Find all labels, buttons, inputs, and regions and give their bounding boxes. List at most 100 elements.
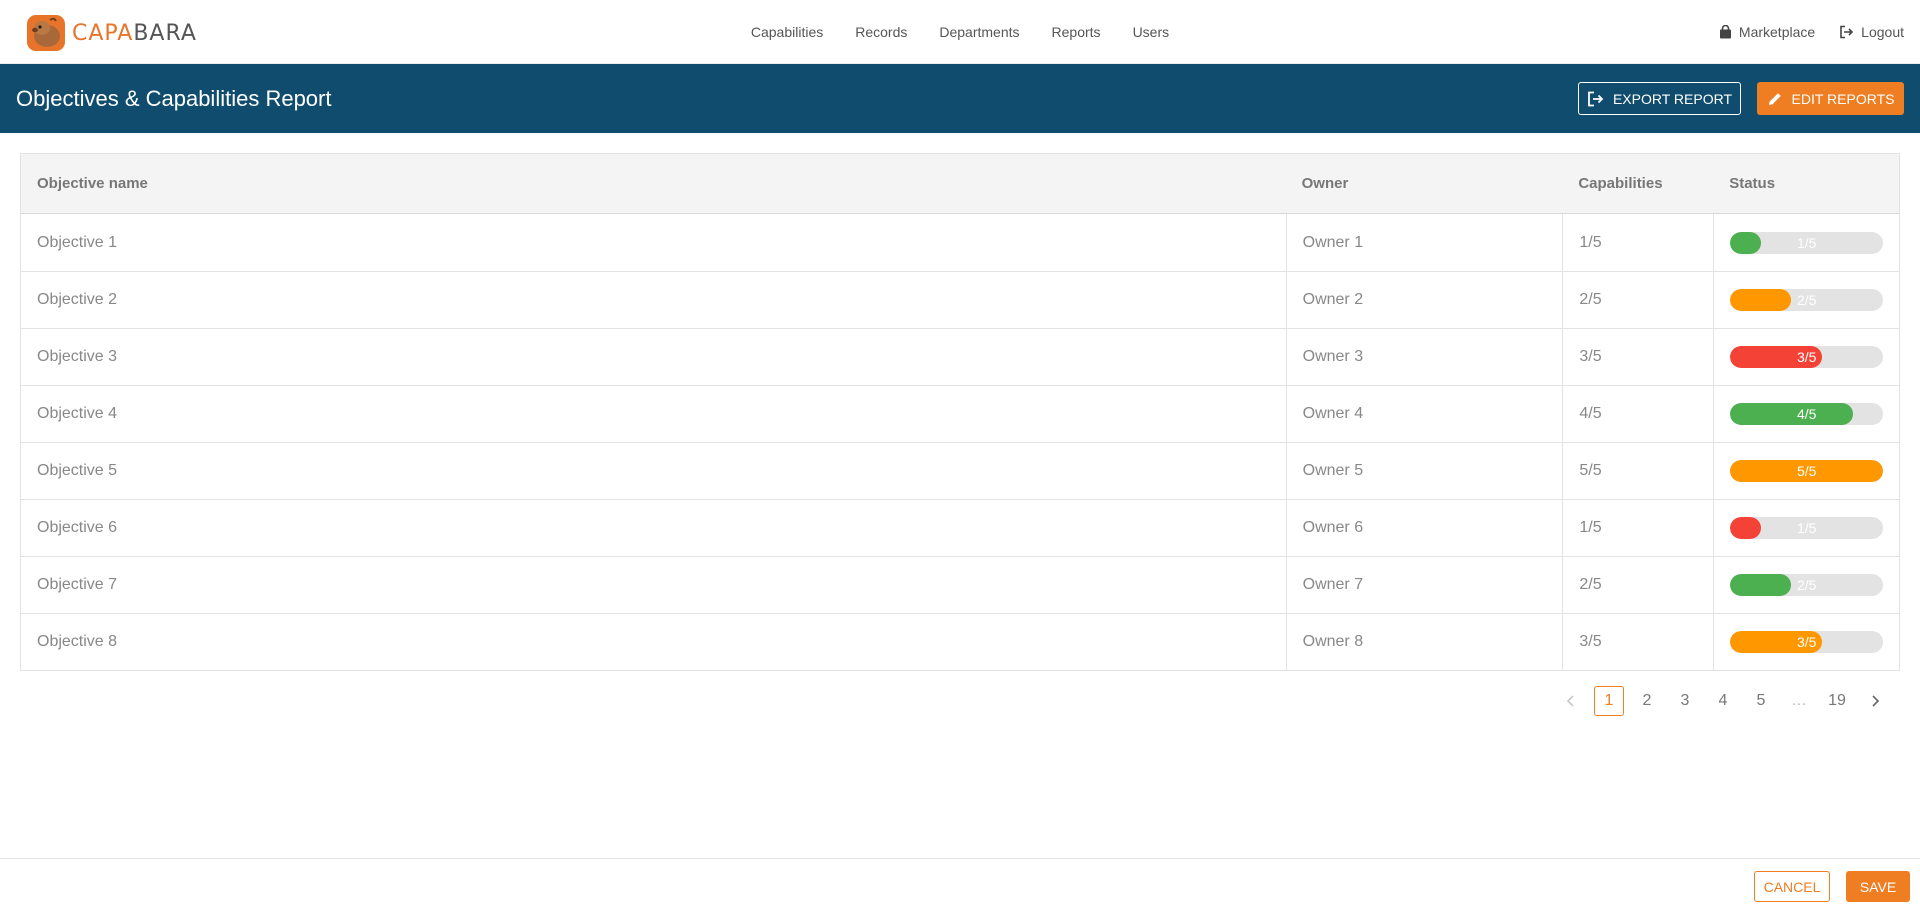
table-row[interactable]: Objective 6 Owner 6 1/5 1/5: [21, 499, 1899, 556]
objective-name-cell: Objective 2: [37, 291, 118, 308]
capabilities-cell: 3/5: [1562, 614, 1713, 670]
page-5[interactable]: 5: [1746, 686, 1776, 716]
status-progress-bar: 5/5: [1730, 460, 1884, 482]
table-row[interactable]: Objective 4 Owner 4 4/5 4/5: [21, 385, 1899, 442]
objective-name-cell: Objective 5: [37, 462, 118, 479]
edit-reports-button[interactable]: EDIT REPORTS: [1757, 82, 1904, 115]
objective-name-cell: Objective 3: [37, 348, 118, 365]
export-report-button[interactable]: EXPORT REPORT: [1578, 82, 1741, 115]
logout-icon: [1840, 25, 1854, 39]
owner-cell: Owner 5: [1285, 443, 1563, 499]
pencil-icon: [1768, 92, 1781, 105]
column-status[interactable]: Status: [1713, 175, 1899, 192]
nav-departments[interactable]: Departments: [939, 24, 1019, 40]
status-progress-label: 3/5: [1796, 634, 1817, 650]
owner-cell: Owner 1: [1285, 214, 1563, 271]
table-row[interactable]: Objective 1 Owner 1 1/5 1/5: [21, 214, 1899, 271]
status-progress-label: 2/5: [1796, 292, 1817, 308]
top-navbar: CAPABARA Capabilities Records Department…: [0, 0, 1920, 64]
table-row[interactable]: Objective 3 Owner 3 3/5 3/5: [21, 328, 1899, 385]
status-cell: 4/5: [1713, 386, 1899, 442]
objective-name-cell: Objective 7: [37, 576, 118, 593]
marketplace-link[interactable]: Marketplace: [1719, 24, 1815, 40]
status-cell: 5/5: [1713, 443, 1899, 499]
owner-cell: Owner 7: [1285, 557, 1563, 613]
capabilities-cell: 5/5: [1562, 443, 1713, 499]
next-page-button[interactable]: [1860, 686, 1890, 716]
capabilities-cell: 3/5: [1562, 329, 1713, 385]
page-header: Objectives & Capabilities Report EXPORT …: [0, 64, 1920, 133]
objectives-table: Objective name Owner Capabilities Status…: [20, 153, 1900, 671]
status-cell: 1/5: [1713, 500, 1899, 556]
status-cell: 3/5: [1713, 329, 1899, 385]
capabilities-cell: 1/5: [1562, 214, 1713, 271]
page-ellipsis: …: [1791, 692, 1807, 709]
column-capabilities[interactable]: Capabilities: [1562, 175, 1713, 192]
capybara-logo-icon: [26, 14, 66, 52]
status-progress-label: 5/5: [1796, 463, 1817, 479]
marketplace-label: Marketplace: [1738, 24, 1816, 40]
status-progress-bar: 1/5: [1730, 517, 1884, 539]
objective-name-cell: Objective 1: [37, 233, 118, 251]
objective-name-cell: Objective 4: [37, 405, 118, 422]
bag-icon: [1719, 25, 1731, 39]
page-2[interactable]: 2: [1632, 686, 1662, 716]
owner-cell: Owner 8: [1285, 614, 1563, 670]
brand-name: CAPABARA: [72, 20, 197, 46]
pagination: 1 2 3 4 5 … 19: [1556, 686, 1890, 716]
table-body: Objective 1 Owner 1 1/5 1/5 Objective 2 Owner…: [21, 214, 1899, 670]
nav-records[interactable]: Records: [855, 24, 907, 40]
status-cell: 2/5: [1713, 557, 1899, 613]
save-button[interactable]: SAVE: [1846, 871, 1910, 902]
status-cell: 3/5: [1713, 614, 1899, 670]
logout-link[interactable]: Logout: [1839, 24, 1904, 40]
owner-cell: Owner 2: [1285, 272, 1563, 328]
status-cell: 1/5: [1713, 214, 1899, 271]
page-3[interactable]: 3: [1670, 686, 1700, 716]
status-progress-label: 4/5: [1796, 406, 1817, 422]
objective-name-cell: Objective 6: [37, 519, 118, 536]
table-row[interactable]: Objective 2 Owner 2 2/5 2/5: [21, 271, 1899, 328]
capabilities-cell: 4/5: [1562, 386, 1713, 442]
nav-users[interactable]: Users: [1133, 24, 1170, 40]
owner-cell: Owner 6: [1285, 500, 1563, 556]
page-title: Objectives & Capabilities Report: [16, 86, 332, 111]
nav-capabilities[interactable]: Capabilities: [751, 24, 823, 40]
page-4[interactable]: 4: [1708, 686, 1738, 716]
capabilities-cell: 2/5: [1562, 557, 1713, 613]
brand-logo[interactable]: CAPABARA: [26, 14, 197, 52]
table-row[interactable]: Objective 8 Owner 8 3/5 3/5: [21, 613, 1899, 670]
owner-cell: Owner 4: [1285, 386, 1563, 442]
status-progress-label: 2/5: [1796, 577, 1817, 593]
status-progress-bar: 2/5: [1730, 289, 1884, 311]
page-19[interactable]: 19: [1822, 686, 1852, 716]
status-progress-bar: 3/5: [1730, 631, 1884, 653]
status-cell: 2/5: [1713, 272, 1899, 328]
capabilities-cell: 1/5: [1562, 500, 1713, 556]
prev-page-button[interactable]: [1556, 686, 1586, 716]
export-report-label: EXPORT REPORT: [1612, 90, 1733, 107]
column-owner[interactable]: Owner: [1286, 175, 1563, 192]
chevron-left-icon: [1566, 695, 1574, 707]
main-menu: Capabilities Records Departments Reports…: [751, 24, 1169, 40]
status-progress-label: 3/5: [1796, 349, 1817, 365]
table-row[interactable]: Objective 7 Owner 7 2/5 2/5: [21, 556, 1899, 613]
edit-reports-label: EDIT REPORTS: [1791, 90, 1895, 107]
column-objective-name[interactable]: Objective name: [21, 175, 1286, 192]
table-header: Objective name Owner Capabilities Status: [21, 154, 1899, 214]
status-progress-label: 1/5: [1796, 520, 1817, 536]
chevron-right-icon: [1872, 695, 1880, 707]
table-row[interactable]: Objective 5 Owner 5 5/5 5/5: [21, 442, 1899, 499]
logout-label: Logout: [1861, 24, 1904, 40]
export-icon: [1588, 91, 1604, 106]
owner-cell: Owner 3: [1285, 329, 1563, 385]
status-progress-bar: 3/5: [1730, 346, 1884, 368]
objective-name-cell: Objective 8: [37, 633, 118, 650]
nav-reports[interactable]: Reports: [1052, 24, 1101, 40]
status-progress-bar: 1/5: [1730, 231, 1884, 254]
footer-bar: CANCEL SAVE: [0, 858, 1920, 911]
status-progress-bar: 2/5: [1730, 574, 1884, 596]
page-1[interactable]: 1: [1594, 686, 1624, 716]
status-progress-label: 1/5: [1796, 234, 1817, 251]
cancel-button[interactable]: CANCEL: [1754, 871, 1830, 902]
